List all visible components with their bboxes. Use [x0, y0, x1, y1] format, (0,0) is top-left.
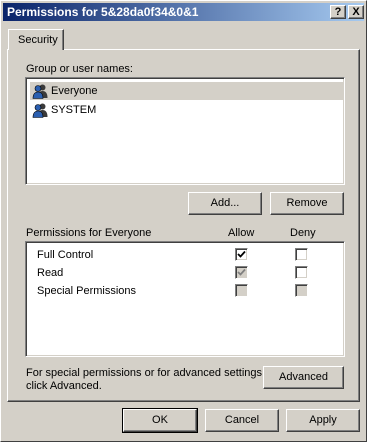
permission-name: Read: [37, 267, 64, 279]
allow-column-header: Allow: [228, 227, 255, 239]
users-group-icon: [32, 83, 48, 99]
advanced-hint-line1: For special permissions or for advanced …: [26, 367, 266, 379]
group-names-label: Group or user names:: [26, 63, 133, 75]
advanced-hint-line2: click Advanced.: [26, 380, 102, 392]
close-button[interactable]: X: [348, 5, 364, 19]
permissions-header: Permissions for Everyone: [26, 227, 152, 239]
permission-name: Full Control: [37, 249, 94, 261]
deny-checkbox[interactable]: [295, 266, 308, 279]
users-group-icon: [32, 102, 48, 118]
allow-checkbox[interactable]: [235, 248, 248, 261]
allow-checkbox: [235, 284, 248, 297]
advanced-button[interactable]: Advanced: [263, 366, 344, 389]
tab-security-label: Security: [18, 34, 58, 46]
deny-column-header: Deny: [290, 227, 316, 239]
permission-name: Special Permissions: [37, 285, 137, 297]
ok-button[interactable]: OK: [122, 408, 198, 433]
deny-checkbox: [295, 284, 308, 297]
group-list-item[interactable]: SYSTEM: [30, 101, 343, 119]
remove-button[interactable]: Remove: [270, 192, 344, 215]
title-bar[interactable]: Permissions for 5&28da0f34&0&1 ? X: [3, 3, 364, 21]
group-name: Everyone: [51, 85, 98, 97]
tab-security[interactable]: Security: [8, 29, 64, 50]
group-names-listbox[interactable]: Everyone SYSTEM: [25, 77, 345, 185]
group-list-item[interactable]: Everyone: [30, 82, 343, 100]
permissions-dialog: Permissions for 5&28da0f34&0&1 ? X Secur…: [0, 0, 367, 442]
apply-button[interactable]: Apply: [286, 409, 360, 432]
help-button[interactable]: ?: [330, 5, 346, 19]
cancel-button[interactable]: Cancel: [205, 409, 279, 432]
deny-checkbox[interactable]: [295, 248, 308, 261]
window-title: Permissions for 5&28da0f34&0&1: [7, 5, 199, 19]
group-name: SYSTEM: [51, 104, 97, 116]
add-button[interactable]: Add...: [188, 192, 262, 215]
allow-checkbox: [235, 266, 248, 279]
permissions-list: Full Control Read Special Permissions: [25, 241, 345, 357]
